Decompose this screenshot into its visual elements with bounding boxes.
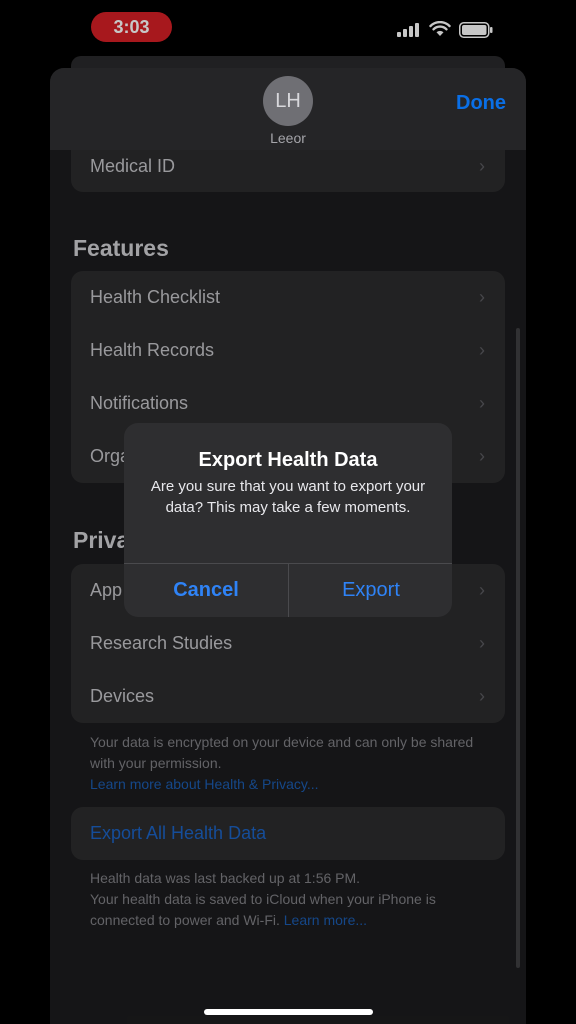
user-name: Leeor bbox=[270, 130, 306, 146]
avatar[interactable]: LH bbox=[263, 76, 313, 126]
export-button[interactable]: Export bbox=[289, 564, 452, 617]
alert-message: Are you sure that you want to export you… bbox=[150, 478, 426, 516]
home-indicator[interactable] bbox=[204, 1009, 373, 1015]
export-alert-dialog: Export Health Data Are you sure that you… bbox=[124, 423, 452, 617]
alert-title: Export Health Data bbox=[198, 449, 378, 471]
done-button[interactable]: Done bbox=[456, 92, 506, 115]
cancel-button[interactable]: Cancel bbox=[124, 564, 288, 617]
sheet-header: LH Leeor Done bbox=[50, 68, 526, 150]
